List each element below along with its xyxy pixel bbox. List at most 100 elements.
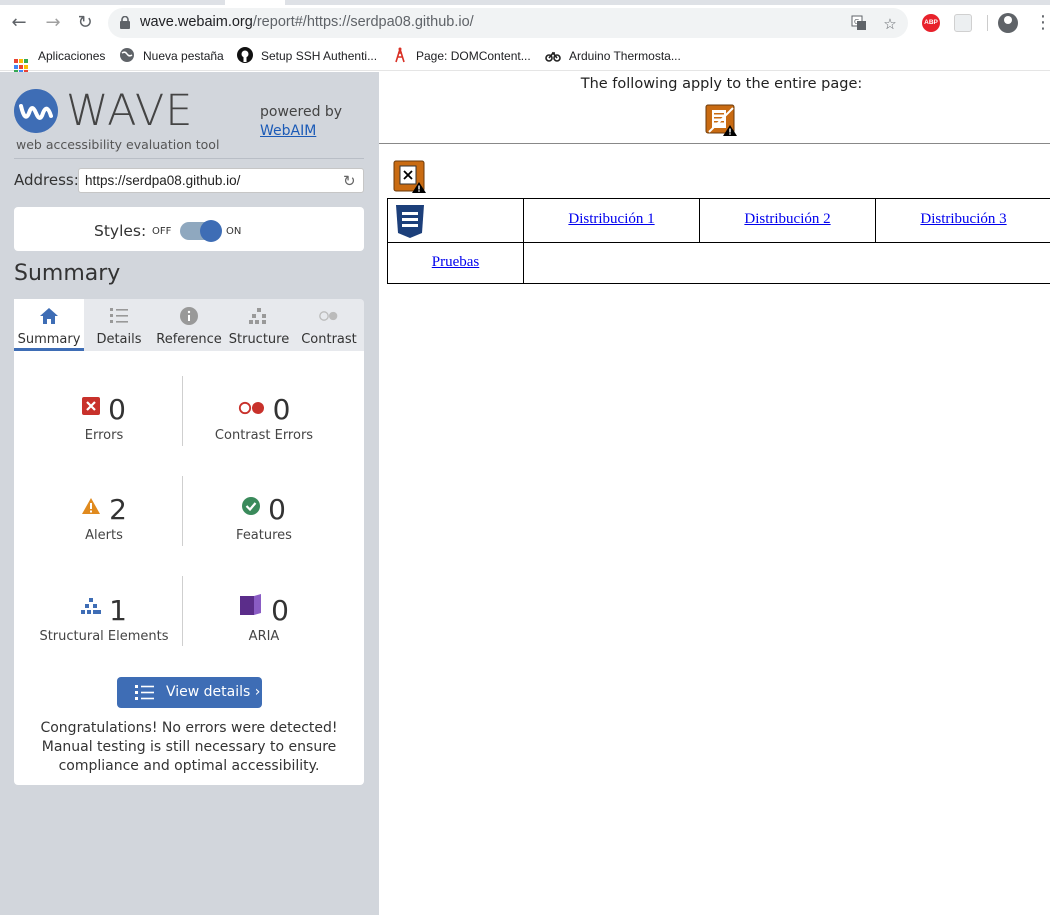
extension-icon[interactable] [954, 14, 972, 32]
tab-details[interactable]: Details [84, 299, 154, 351]
tab-summary[interactable]: Summary [14, 299, 84, 351]
missing-image-alert-icon[interactable] [393, 160, 426, 193]
stat-count: 0 [272, 393, 291, 426]
alert-icon [82, 498, 101, 514]
notice-separator [379, 143, 1050, 144]
list-icon [110, 308, 128, 323]
styles-off-label: OFF [152, 226, 172, 237]
address-input[interactable]: https://serdpa08.github.io/ [78, 168, 364, 193]
view-details-button[interactable]: View details › [117, 677, 262, 708]
powered-by: powered by WebAIM [260, 103, 342, 141]
toggle-knob [200, 220, 222, 242]
motorbike-icon [545, 51, 561, 62]
stat-features[interactable]: 0 Features [179, 493, 349, 543]
refresh-icon[interactable]: ↻ [343, 172, 356, 190]
stat-label: Contrast Errors [214, 428, 314, 443]
nav-link-distribucion-3[interactable]: Distribución 3 [875, 199, 1050, 243]
nav-table: Distribución 1 Distribución 2 Distribuci… [387, 198, 1050, 284]
styles-on-label: ON [226, 226, 242, 237]
tab-label: Details [96, 332, 142, 347]
stat-structural[interactable]: 1 Structural Elements [19, 594, 189, 644]
bookmark-arduino[interactable]: Arduino Thermosta... [545, 47, 681, 65]
adblock-icon[interactable]: ABP [922, 14, 940, 32]
stat-contrast-errors[interactable]: 0 Contrast Errors [179, 393, 349, 443]
toolbar-separator [987, 15, 988, 31]
nav-table-cell [388, 199, 524, 243]
wave-tabs: Summary Details Reference Structure Cont… [14, 299, 364, 351]
address-bar[interactable]: wave.webaim.org/report#/https://serdpa08… [108, 8, 908, 38]
styles-toggle[interactable] [180, 220, 222, 242]
bookmark-domcontent[interactable]: Page: DOMContent... [392, 47, 531, 65]
aria-icon [240, 594, 262, 615]
home-icon [40, 308, 58, 324]
contrast-icon [319, 311, 338, 321]
bookmark-new-tab[interactable]: Nueva pestaña [119, 47, 224, 65]
congrats-message: Congratulations! No errors were detected… [40, 720, 338, 774]
forward-icon[interactable]: → [42, 12, 64, 34]
bookmarks-bar: Aplicaciones Nueva pestaña Setup SSH Aut… [0, 41, 1050, 75]
nav-link-pruebas[interactable]: Pruebas [388, 242, 524, 283]
summary-panel: 0 Errors 0 Contrast Errors 2 Alerts 0 Fe… [14, 351, 364, 785]
error-icon [82, 397, 101, 415]
profile-icon[interactable] [998, 13, 1018, 33]
bookmark-label: Nueva pestaña [143, 49, 224, 63]
stat-count: 2 [109, 493, 127, 526]
document-alert-icon[interactable] [705, 104, 737, 136]
sidebar-divider [14, 158, 364, 159]
webaim-link[interactable]: WebAIM [260, 122, 342, 141]
address-label: Address: [14, 171, 79, 189]
feature-icon [242, 497, 261, 515]
stat-count: 1 [109, 594, 127, 627]
bookmark-label: Setup SSH Authenti... [261, 49, 378, 63]
tab-label: Summary [17, 332, 81, 347]
info-icon [180, 307, 198, 325]
summary-heading: Summary [14, 261, 121, 286]
structure-icon [81, 598, 102, 614]
tab-label: Reference [156, 332, 222, 347]
url-host: wave.webaim.org [140, 14, 253, 30]
page-wide-notice: The following apply to the entire page: [580, 76, 863, 92]
reload-icon[interactable]: ↻ [74, 12, 96, 34]
tab-label: Contrast [301, 332, 357, 347]
stat-label: Features [236, 528, 292, 543]
styles-panel: Styles: OFF ON [14, 207, 364, 251]
bookmark-label: Arduino Thermosta... [569, 49, 681, 63]
bookmark-label: Aplicaciones [38, 49, 106, 63]
tab-structure[interactable]: Structure [224, 299, 294, 351]
view-details-label: View details › [166, 684, 261, 700]
url-text: wave.webaim.org/report#/https://serdpa08… [140, 14, 474, 30]
wave-sidebar: WAVE web accessibility evaluation tool p… [0, 72, 379, 915]
stat-label: ARIA [248, 629, 280, 644]
stat-label: Errors [84, 428, 124, 443]
tab-label: Structure [228, 332, 290, 347]
browser-toolbar: ← → ↻ wave.webaim.org/report#/https://se… [0, 5, 1050, 41]
nav-link-distribucion-2[interactable]: Distribución 2 [699, 199, 876, 243]
stat-label: Structural Elements [39, 629, 169, 644]
stat-count: 0 [108, 393, 126, 426]
stat-label: Alerts [85, 528, 123, 543]
wave-logo-icon [14, 89, 58, 133]
stat-aria[interactable]: 0 ARIA [179, 594, 349, 644]
wave-subtitle: web accessibility evaluation tool [16, 137, 220, 152]
menu-icon[interactable]: ⋮ [1034, 13, 1050, 33]
powered-by-text: powered by [260, 104, 343, 120]
tab-reference[interactable]: Reference [154, 299, 224, 351]
wave-logo-text: WAVE [66, 86, 194, 136]
tab-contrast[interactable]: Contrast [294, 299, 364, 351]
list-icon [135, 685, 154, 700]
navigation-structure-icon[interactable] [392, 203, 428, 239]
globe-icon [120, 48, 134, 62]
styles-label: Styles: [94, 222, 147, 240]
contrast-error-icon [238, 401, 264, 415]
evaluated-page: The following apply to the entire page: … [379, 72, 1050, 915]
hierarchy-icon [249, 308, 266, 324]
nav-link-distribucion-1[interactable]: Distribución 1 [523, 199, 700, 243]
tower-icon [395, 47, 405, 63]
bookmark-ssh[interactable]: Setup SSH Authenti... [237, 47, 377, 65]
translate-icon[interactable]: G [850, 15, 868, 33]
stat-errors[interactable]: 0 Errors [19, 393, 189, 443]
back-icon[interactable]: ← [8, 12, 30, 34]
bookmark-apps[interactable]: Aplicaciones [14, 47, 106, 75]
star-icon[interactable]: ☆ [881, 15, 899, 33]
stat-alerts[interactable]: 2 Alerts [19, 493, 189, 543]
